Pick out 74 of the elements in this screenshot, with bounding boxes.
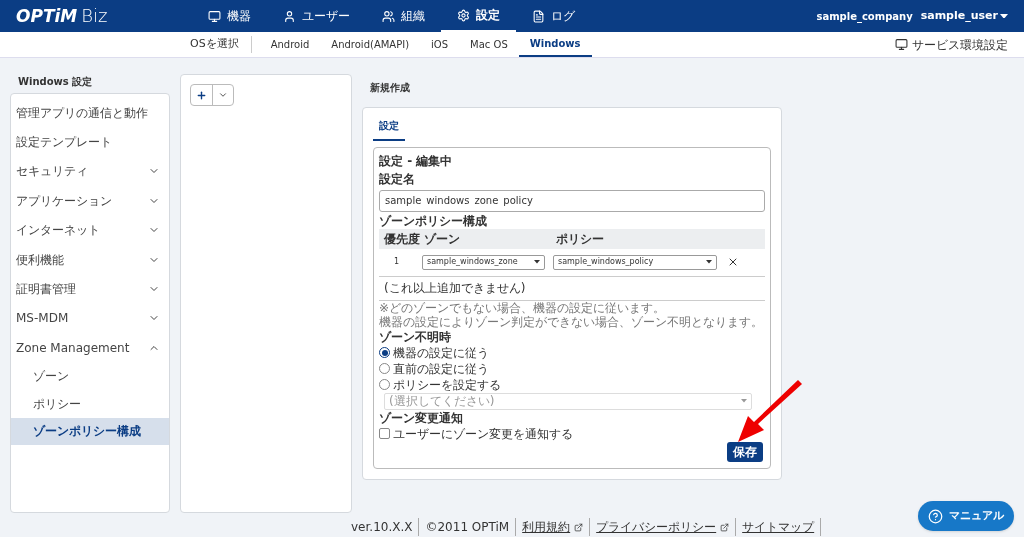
field-label: ゾーン不明時 <box>379 329 452 345</box>
nav-icon <box>208 9 221 23</box>
field-label: 設定名 <box>379 172 416 187</box>
caret-icon <box>1000 13 1008 19</box>
os-tab[interactable]: Mac OS <box>459 32 519 57</box>
os-tab[interactable]: Android <box>259 32 321 57</box>
edit-title: 設定 - 編集中 <box>379 153 454 170</box>
column-header: ポリシー <box>556 230 604 248</box>
field-label: ゾーン変更通知 <box>379 410 464 426</box>
sidebar-title: Windows 設定 <box>18 75 94 89</box>
os-tab[interactable]: Windows <box>518 32 592 57</box>
sidebar-subitem[interactable]: ポリシー <box>11 390 169 418</box>
nav-tab[interactable]: ログ <box>516 0 591 32</box>
save-button[interactable]: 保存 <box>727 441 763 462</box>
external-link-icon <box>574 522 584 532</box>
service-settings-link[interactable]: サービス環境設定 <box>895 35 1008 54</box>
nav-tab[interactable]: 機器 <box>192 0 267 32</box>
caret-icon <box>706 260 712 264</box>
nav-tab[interactable]: 組織 <box>366 0 441 32</box>
os-tab[interactable]: iOS <box>420 32 460 57</box>
nav-tab[interactable]: ユーザー <box>267 0 366 32</box>
zone-select[interactable]: sample_windows_zone <box>422 254 545 270</box>
sidebar-subitem[interactable]: ゾーンポリシー構成 <box>11 417 169 445</box>
footer-text: ver.10.X.X <box>351 519 413 536</box>
sidebar-item[interactable]: 設定テンプレート <box>11 127 169 157</box>
sidebar-item[interactable]: 管理アプリの通信と動作 <box>11 98 169 128</box>
company-name: sample_company <box>816 9 913 24</box>
footer-link[interactable]: プライバシーポリシー <box>596 518 730 536</box>
checkbox[interactable] <box>379 428 390 439</box>
no-more-text: (これ以上追加できません) <box>379 276 765 301</box>
column-header: 優先度 <box>384 230 421 248</box>
sidebar-item[interactable]: MS-MDM <box>11 303 169 334</box>
nav-icon <box>283 9 296 23</box>
name-field[interactable]: sample_windows_zone_policy <box>379 189 765 212</box>
nav-icon <box>532 9 545 23</box>
caret-icon <box>534 260 540 264</box>
note-text: 機器の設定によりゾーン判定ができない場合、ゾーン不明となります。 <box>379 314 764 329</box>
policy-select[interactable]: sample_windows_policy <box>553 254 717 270</box>
sidebar-item[interactable]: アプリケーション <box>11 186 169 216</box>
footer-text: ©2011 OPTiM <box>425 519 510 536</box>
plus-icon <box>195 89 207 101</box>
sidebar-item[interactable]: Zone Management <box>11 333 169 363</box>
external-link-icon <box>720 522 730 532</box>
sidebar-item[interactable]: セキュリティ <box>11 156 169 187</box>
footer-link[interactable]: サイトマップ <box>742 518 815 536</box>
nav-icon <box>457 8 470 22</box>
nav-icon <box>382 9 395 23</box>
page-title: 新規作成 <box>370 81 411 95</box>
footer-link[interactable]: 利用規約 <box>522 518 584 536</box>
user-menu[interactable]: sample_user <box>920 7 1008 25</box>
radio-label: 機器の設定に従う <box>393 344 489 362</box>
close-icon <box>727 256 739 268</box>
note-text: ※どのゾーンでもない場合、機器の設定に従います。 <box>379 300 667 315</box>
manual-button[interactable]: マニュアル <box>918 501 1014 531</box>
monitor-icon <box>895 38 908 51</box>
sidebar-subitem[interactable]: ゾーン <box>11 362 169 390</box>
radio-label: ポリシーを設定する <box>393 376 501 394</box>
remove-button[interactable] <box>727 256 739 268</box>
checkbox-label: ユーザーにゾーン変更を通知する <box>393 425 573 443</box>
form-tab[interactable]: 設定 <box>373 118 405 141</box>
os-label: OSを選択 <box>190 36 252 53</box>
sidebar-item[interactable]: 便利機能 <box>11 244 169 275</box>
os-tab[interactable]: Android(AMAPI) <box>320 32 421 57</box>
sidebar-item[interactable]: 証明書管理 <box>11 274 169 304</box>
logo-suffix: Biz <box>81 4 108 29</box>
caret-icon <box>741 399 747 403</box>
chevron-down-icon <box>217 90 228 100</box>
logo: OPTiM <box>16 5 78 29</box>
column-header: ゾーン <box>424 230 461 248</box>
help-icon <box>928 508 943 524</box>
field-label: ゾーンポリシー構成 <box>379 213 488 229</box>
priority-cell-text: 1 <box>393 256 401 268</box>
radio-label: 直前の設定に従う <box>393 360 489 378</box>
sidebar-item[interactable]: インターネット <box>11 215 169 245</box>
